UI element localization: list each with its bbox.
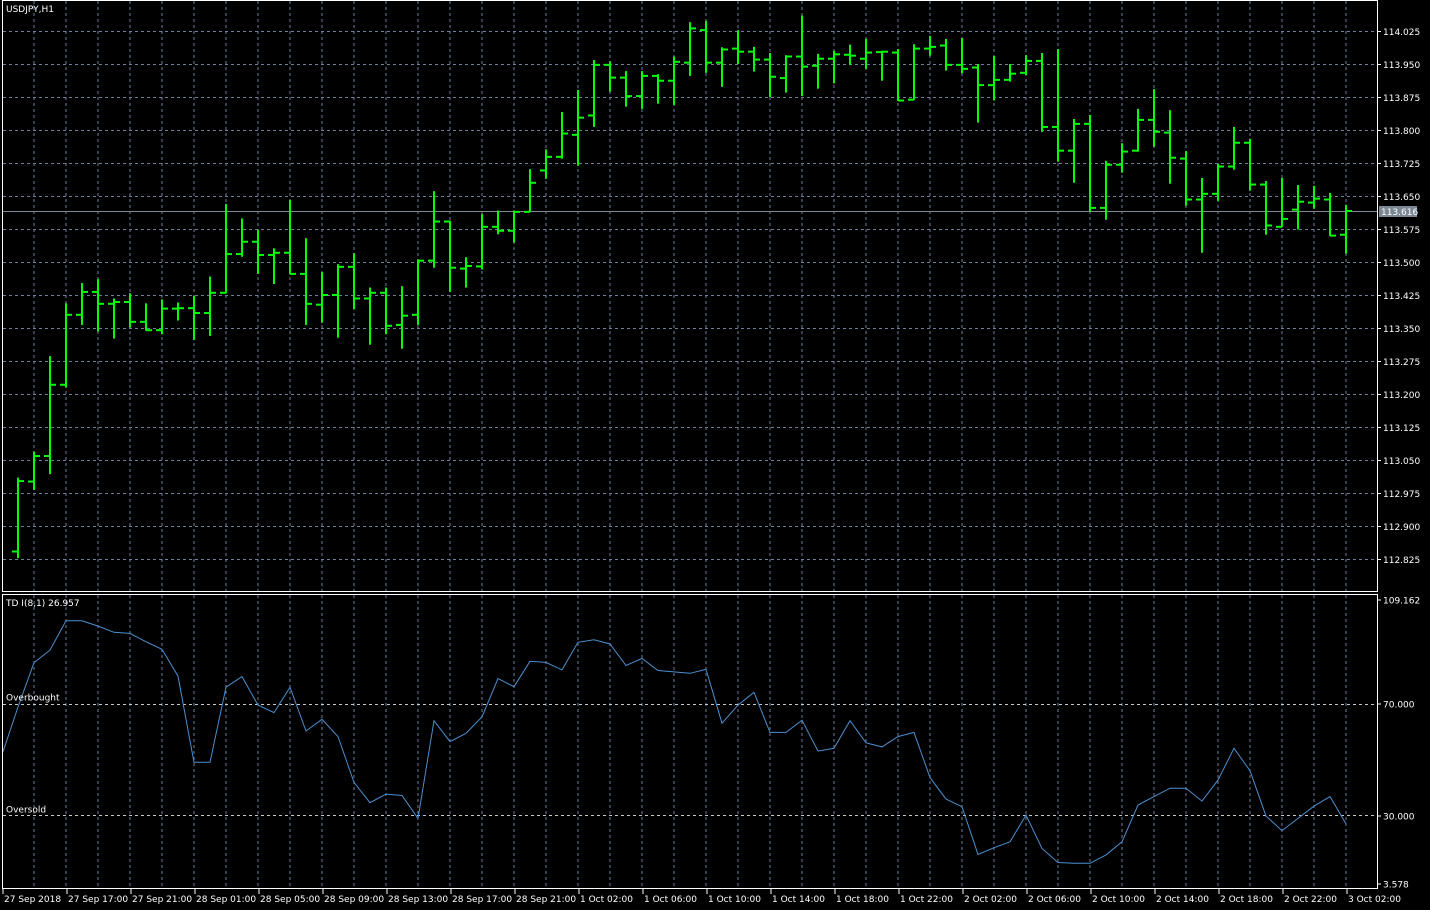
price-tick-label: 112.900 [1383, 523, 1420, 533]
price-tick-label: 113.875 [1383, 94, 1420, 104]
time-tick-label: 27 Sep 17:00 [68, 895, 128, 905]
price-tick-label: 113.950 [1383, 61, 1420, 71]
price-tick-label: 113.125 [1383, 424, 1420, 434]
time-tick-label: 3 Oct 02:00 [1348, 895, 1401, 905]
price-tick-label: 113.500 [1383, 259, 1420, 269]
time-tick-label: 28 Sep 21:00 [516, 895, 576, 905]
price-tick-label: 113.575 [1383, 226, 1420, 236]
overbought-label: Overbought [6, 694, 60, 704]
oversold-label: Oversold [6, 805, 46, 815]
time-tick-label: 1 Oct 10:00 [708, 895, 761, 905]
time-tick-label: 28 Sep 05:00 [260, 895, 320, 905]
current-price-label: 113.616 [1381, 208, 1418, 218]
price-tick-label: 113.350 [1383, 325, 1420, 335]
price-tick-label: 113.425 [1383, 292, 1420, 302]
time-tick-label: 2 Oct 14:00 [1156, 895, 1209, 905]
time-tick-label: 1 Oct 22:00 [900, 895, 953, 905]
time-tick-label: 28 Sep 01:00 [196, 895, 256, 905]
time-tick-label: 2 Oct 22:00 [1284, 895, 1337, 905]
time-tick-label: 2 Oct 06:00 [1028, 895, 1081, 905]
price-tick-label: 113.800 [1383, 127, 1420, 137]
price-tick-label: 112.975 [1383, 490, 1420, 500]
time-tick-label: 1 Oct 06:00 [644, 895, 697, 905]
indicator-tick-label: 30.000 [1383, 813, 1415, 823]
time-tick-label: 28 Sep 13:00 [388, 895, 448, 905]
indicator-tick-label: 3.578 [1383, 881, 1409, 891]
time-tick-label: 28 Sep 17:00 [452, 895, 512, 905]
time-tick-label: 1 Oct 02:00 [580, 895, 633, 905]
price-tick-label: 113.275 [1383, 358, 1420, 368]
time-tick-label: 27 Sep 2018 [4, 895, 61, 905]
price-tick-label: 113.200 [1383, 391, 1420, 401]
time-tick-label: 27 Sep 21:00 [132, 895, 192, 905]
current-price-badge: 113.616 [1379, 206, 1418, 218]
time-tick-label: 1 Oct 18:00 [836, 895, 889, 905]
time-tick-label: 1 Oct 14:00 [772, 895, 825, 905]
time-tick-label: 28 Sep 09:00 [324, 895, 384, 905]
indicator-title: TD I(8,1) 26.957 [5, 599, 80, 609]
chart-window[interactable]: USDJPY,H1 TD I(8,1) 26.957 Overbought Ov… [0, 0, 1430, 910]
price-tick-label: 112.825 [1383, 556, 1420, 566]
time-tick-label: 2 Oct 10:00 [1092, 895, 1145, 905]
chart-title: USDJPY,H1 [6, 5, 54, 15]
price-tick-label: 113.050 [1383, 457, 1420, 467]
indicator-tick-label: 109.162 [1383, 597, 1420, 607]
time-tick-label: 2 Oct 18:00 [1220, 895, 1273, 905]
time-tick-label: 2 Oct 02:00 [964, 895, 1017, 905]
indicator-tick-label: 70.000 [1383, 701, 1415, 711]
price-tick-label: 113.650 [1383, 193, 1420, 203]
price-tick-label: 114.025 [1383, 28, 1420, 38]
price-tick-label: 113.725 [1383, 160, 1420, 170]
chart-background [0, 0, 1430, 910]
